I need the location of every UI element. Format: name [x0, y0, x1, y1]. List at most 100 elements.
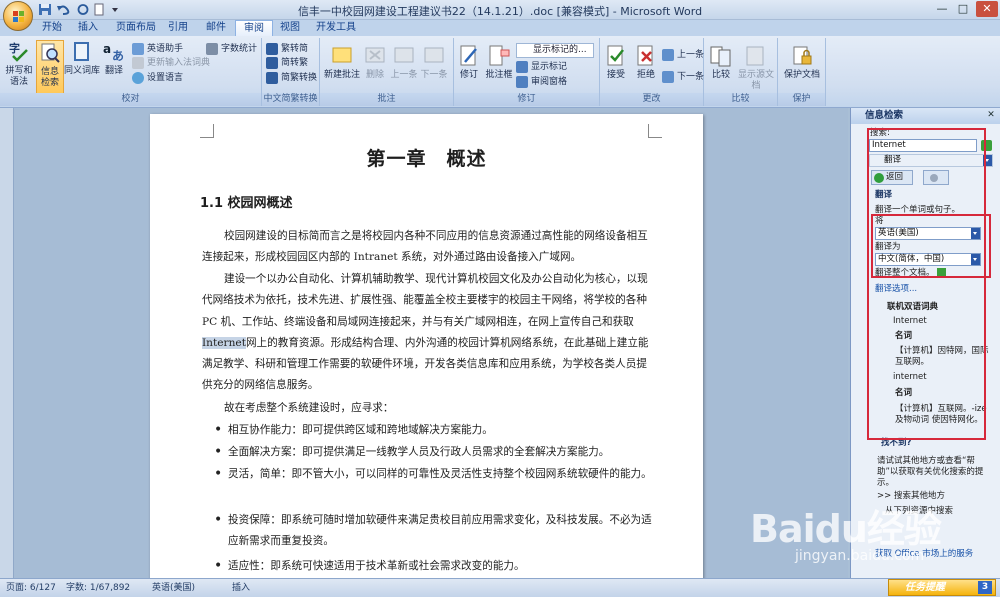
insert-mode-indicator[interactable]: 插入: [232, 579, 250, 597]
chapter-title[interactable]: 第一章 概述: [150, 144, 703, 171]
group-label-compare: 比较: [704, 93, 777, 106]
reviewing-pane-button[interactable]: 审阅窗格: [516, 75, 567, 89]
paragraph-1-text: 校园网建设的目标简而言之是将校园内各种不同应用的信息资源通过高性能的网络设备相互…: [202, 230, 648, 264]
list-item[interactable]: 投资保障：即系统可随时增加软硬件来满足贵校目前应用需求变化，及科技发展。不必为适…: [214, 510, 658, 553]
compare-button[interactable]: 比较: [706, 44, 736, 81]
tab-insert[interactable]: 插入: [70, 20, 106, 36]
document-area: 第一章 概述 1.1 校园网概述 校园网建设的目标简而言之是将校园内各种不同应用…: [0, 108, 848, 578]
page-indicator[interactable]: 页面: 6/127: [6, 579, 56, 597]
research-button[interactable]: 信息 检索: [36, 40, 64, 94]
reject-icon: [637, 45, 653, 66]
to-traditional-label: 简转繁: [281, 58, 309, 68]
thesaurus-label: 同义词库: [64, 66, 101, 76]
group-label-tracking: 修订: [454, 93, 599, 106]
paragraph-1[interactable]: 校园网建设的目标简而言之是将校园内各种不同应用的信息资源通过高性能的网络设备相互…: [202, 226, 652, 269]
reviewing-pane-icon: [516, 75, 528, 88]
update-ime-button[interactable]: 更新输入法词典: [132, 56, 210, 70]
balloons-label: 批注框: [485, 70, 513, 80]
vertical-ruler[interactable]: [0, 108, 14, 578]
close-button[interactable]: ✕: [976, 1, 998, 17]
group-tracking: 修订 批注框 显示标记的... 显示标记 审阅窗格 修订: [454, 38, 600, 106]
delete-comment-label: 删除: [365, 70, 384, 80]
research-icon: [41, 43, 60, 63]
show-source-button[interactable]: 显示源文档: [738, 44, 774, 92]
baidu-watermark: Baidu经验: [750, 507, 942, 551]
next-change-button[interactable]: 下一条: [662, 70, 704, 84]
list-item[interactable]: 灵活，简单：即不管大小，可以同样的可靠性及灵活性支持整个校园网系统软硬件的能力。: [214, 464, 658, 486]
tab-page-layout[interactable]: 页面布局: [108, 20, 164, 36]
show-markup-button[interactable]: 显示标记: [516, 60, 567, 74]
tab-review[interactable]: 审阅: [235, 20, 273, 37]
office-button[interactable]: [3, 1, 33, 31]
minimize-button[interactable]: —: [932, 1, 952, 17]
next-comment-button[interactable]: 下一条: [420, 44, 448, 81]
word-count-button[interactable]: 字数统计: [206, 42, 257, 56]
tab-view[interactable]: 视图: [272, 20, 308, 36]
previous-change-label: 上一条: [677, 50, 705, 60]
accept-button[interactable]: 接受: [602, 44, 630, 81]
previous-comment-button[interactable]: 上一条: [390, 44, 418, 81]
spelling-label-2: 语法: [9, 77, 28, 87]
paragraph-3[interactable]: 故在考虑整个系统建设时，应寻求：: [202, 398, 652, 419]
pane-close-icon[interactable]: ✕: [981, 108, 1000, 122]
baidu-url-watermark: jingyan.baidu.com: [795, 548, 925, 564]
english-assistant-icon: [132, 42, 144, 55]
task-reminder-button[interactable]: 任务提醒 3: [888, 579, 996, 596]
list-item[interactable]: 相互协作能力：即可提供跨区域和跨地域解决方案能力。: [214, 420, 658, 442]
word-count-indicator[interactable]: 字数: 1/67,892: [66, 579, 130, 597]
previous-change-button[interactable]: 上一条: [662, 48, 704, 62]
paragraph-2[interactable]: 建设一个以办公自动化、计算机辅助教学、现代计算机校园文化及办公自动化为核心，以现…: [202, 269, 652, 397]
show-markup-combo[interactable]: 显示标记的...: [516, 43, 594, 58]
ribbon-tabs: 开始 插入 页面布局 引用 邮件 审阅 视图 开发工具: [0, 20, 1000, 37]
accept-icon: [607, 45, 624, 66]
section-title[interactable]: 1.1 校园网概述: [200, 192, 293, 211]
highlight-box-outer: [867, 128, 986, 440]
update-ime-icon: [132, 56, 144, 69]
svg-text:あ: あ: [112, 49, 124, 63]
maximize-button[interactable]: □: [953, 1, 973, 17]
show-markup-label: 显示标记: [531, 62, 568, 72]
tab-developer[interactable]: 开发工具: [308, 20, 364, 36]
selected-text[interactable]: Internet: [202, 336, 246, 349]
reject-button[interactable]: 拒绝: [632, 44, 660, 81]
english-assistant-button[interactable]: 英语助手: [132, 42, 183, 56]
office-logo-icon: [13, 11, 24, 22]
pane-title: 信息检索: [851, 108, 1000, 124]
status-bar: 页面: 6/127 字数: 1/67,892 英语(美国) 插入: [0, 578, 1000, 597]
list-item[interactable]: 适应性：即系统可快速适用于技术革新或社会需求改变的能力。: [214, 556, 658, 578]
protect-document-button[interactable]: 保护文档: [782, 44, 822, 81]
balloons-button[interactable]: 批注框: [484, 44, 514, 81]
thesaurus-button[interactable]: 同义词库: [64, 40, 100, 77]
task-count-badge: 3: [978, 581, 992, 594]
track-changes-button[interactable]: 修订: [456, 44, 482, 81]
group-changes: 接受 拒绝 上一条 下一条 更改: [600, 38, 704, 106]
window-title: 信丰一中校园网建设工程建议书22（14.1.21）.doc [兼容模式] - M…: [297, 5, 703, 18]
tab-mailings[interactable]: 邮件: [198, 20, 234, 36]
to-simplified-label: 繁转简: [281, 44, 309, 54]
to-simplified-button[interactable]: 繁转简: [266, 42, 308, 56]
svg-text:字: 字: [9, 41, 20, 55]
set-language-button[interactable]: 设置语言: [132, 71, 183, 85]
language-indicator[interactable]: 英语(美国): [152, 579, 195, 597]
group-protect: 保护文档 保护: [778, 38, 826, 106]
tab-home[interactable]: 开始: [34, 20, 70, 36]
tab-references[interactable]: 引用: [160, 20, 196, 36]
track-changes-label: 修订: [459, 70, 478, 80]
convert-icon: [266, 71, 278, 84]
translate-button[interactable]: aあ 翻译: [100, 40, 128, 77]
accept-label: 接受: [606, 70, 625, 80]
list-item[interactable]: 全面解决方案：即可提供满足一线教学人员及行政人员需求的全套解决方案能力。: [214, 442, 658, 464]
set-language-icon: [132, 71, 144, 84]
paragraph-2-text: 建设一个以办公自动化、计算机辅助教学、现代计算机校园文化及办公自动化为核心，以现…: [202, 273, 648, 328]
set-language-label: 设置语言: [147, 73, 184, 83]
to-traditional-button[interactable]: 简转繁: [266, 56, 308, 70]
document-page[interactable]: 第一章 概述 1.1 校园网概述 校园网建设的目标简而言之是将校园内各种不同应用…: [150, 114, 703, 578]
research-label-1: 信息: [40, 67, 59, 77]
new-comment-button[interactable]: 新建批注: [324, 44, 360, 81]
convert-button[interactable]: 简繁转换: [266, 71, 317, 85]
english-assistant-label: 英语助手: [147, 44, 184, 54]
next-comment-label: 下一条: [420, 70, 448, 80]
paragraph-3-text: 故在考虑整个系统建设时，应寻求：: [224, 402, 394, 414]
delete-comment-button[interactable]: 删除: [362, 44, 388, 81]
spelling-button[interactable]: 字 拼写和 语法: [2, 40, 36, 88]
